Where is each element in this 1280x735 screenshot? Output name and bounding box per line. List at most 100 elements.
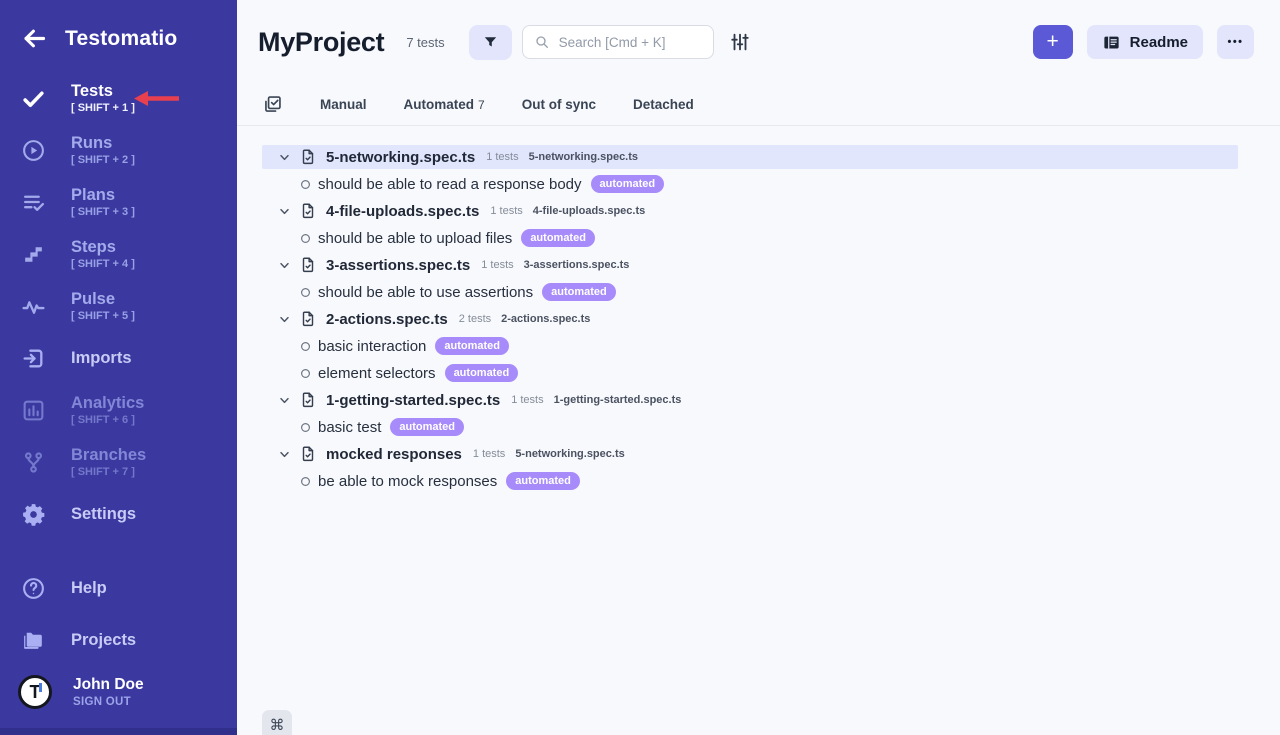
chevron-down-icon[interactable] [278, 151, 291, 164]
sidebar-item-imports[interactable]: Imports [0, 332, 237, 384]
test-list: 5-networking.spec.ts 1 tests 5-networking.… [237, 126, 1280, 493]
group-test-count: 1 tests [473, 448, 505, 460]
sidebar-item-pulse[interactable]: Pulse[ SHIFT + 5 ] [0, 280, 237, 332]
bar-chart-icon [21, 398, 46, 423]
search-box[interactable] [522, 25, 714, 59]
readme-label: Readme [1130, 34, 1188, 51]
test-group-row[interactable]: mocked responses 1 tests 5-networking.spec… [262, 442, 1238, 466]
sidebar-item-projects[interactable]: Projects [0, 614, 237, 666]
sidebar-item-label: Help [71, 579, 107, 597]
test-row[interactable]: element selectorsautomated [262, 361, 1238, 385]
file-check-icon [299, 391, 317, 409]
group-name: 1-getting-started.spec.ts [326, 392, 500, 409]
test-group-row[interactable]: 3-assertions.spec.ts1 tests3-assertions.… [262, 253, 1238, 277]
sidebar-item-tests[interactable]: Tests[ SHIFT + 1 ] [0, 72, 237, 124]
sidebar-item-shortcut: [ SHIFT + 4 ] [71, 258, 135, 270]
sliders-icon[interactable] [729, 31, 751, 53]
test-name: should be able to use assertions [318, 284, 533, 301]
test-group-row[interactable]: 4-file-uploads.spec.ts1 tests4-file-uplo… [262, 199, 1238, 223]
group-test-count: 1 tests [486, 151, 518, 163]
gear-icon [21, 502, 46, 527]
sidebar-item-shortcut: [ SHIFT + 5 ] [71, 310, 135, 322]
sidebar-footer-nav: Help Projects [0, 562, 237, 666]
circle-icon [300, 287, 311, 298]
sidebar-item-shortcut: [ SHIFT + 6 ] [71, 414, 144, 426]
group-file-path: 1-getting-started.spec.ts [554, 394, 682, 406]
chevron-down-icon[interactable] [278, 394, 291, 407]
readme-button[interactable]: Readme [1087, 25, 1203, 59]
circle-icon [300, 368, 311, 379]
automated-badge: automated [506, 472, 580, 490]
sidebar-item-branches[interactable]: Branches [ SHIFT + 7 ] [0, 436, 237, 488]
sidebar-item-label: Branches [71, 446, 146, 464]
more-button[interactable]: ••• [1217, 25, 1254, 59]
tab-manual[interactable]: Manual [320, 97, 367, 112]
chevron-down-icon[interactable] [278, 313, 291, 326]
test-row[interactable]: be able to mock responsesautomated [262, 469, 1238, 493]
tab-automated[interactable]: Automated7 [404, 97, 485, 112]
sidebar-item-shortcut: [ SHIFT + 2 ] [71, 154, 135, 166]
user-name: John Doe [73, 676, 144, 694]
chevron-down-icon[interactable] [278, 205, 291, 218]
test-name: basic test [318, 419, 381, 436]
test-row[interactable]: basic testautomated [262, 415, 1238, 439]
group-file-path: 5-networking.spec.ts [529, 151, 638, 163]
arrow-left-icon[interactable] [21, 25, 48, 52]
sidebar-brand-row: Testomatio [0, 0, 237, 52]
page-title: MyProject [258, 27, 384, 58]
sidebar-item-help[interactable]: Help [0, 562, 237, 614]
sidebar-item-shortcut: [ SHIFT + 7 ] [71, 466, 146, 478]
sidebar-item-runs[interactable]: Runs[ SHIFT + 2 ] [0, 124, 237, 176]
test-group-row[interactable]: 5-networking.spec.ts1 tests5-networking.… [262, 145, 1238, 169]
group-file-path: 3-assertions.spec.ts [524, 259, 630, 271]
sidebar-item-label: Plans [71, 186, 135, 204]
test-name: basic interaction [318, 338, 426, 355]
group-name: 3-assertions.spec.ts [326, 257, 470, 274]
brand-title: Testomatio [65, 27, 177, 51]
select-all-icon[interactable] [262, 94, 283, 115]
check-icon [21, 86, 46, 111]
sidebar-item-settings[interactable]: Settings [0, 488, 237, 540]
branch-icon [21, 450, 46, 475]
cmd-key-button[interactable]: ⌘ [262, 710, 292, 735]
play-circle-icon [21, 138, 46, 163]
sidebar-item-shortcut: [ SHIFT + 3 ] [71, 206, 135, 218]
add-button[interactable]: + [1033, 25, 1073, 59]
sidebar-item-label: Steps [71, 238, 135, 256]
avatar-letter: T [30, 682, 41, 703]
filter-button[interactable] [469, 25, 512, 60]
sidebar-item-label: Tests [71, 82, 135, 100]
test-name: should be able to read a response body [318, 176, 582, 193]
list-check-icon [21, 190, 46, 215]
sidebar-item-analytics[interactable]: Analytics[ SHIFT + 6 ] [0, 384, 237, 436]
tab-label: Manual [320, 97, 367, 112]
tab-label: Detached [633, 97, 694, 112]
automated-badge: automated [591, 175, 665, 193]
sign-out-link[interactable]: SIGN OUT [73, 696, 144, 708]
sidebar-item-steps[interactable]: Steps [ SHIFT + 4 ] [0, 228, 237, 280]
sidebar-item-plans[interactable]: Plans [ SHIFT + 3 ] [0, 176, 237, 228]
search-input[interactable] [559, 35, 702, 50]
circle-icon [300, 179, 311, 190]
test-row[interactable]: should be able to use assertionsautomate… [262, 280, 1238, 304]
tab-count: 7 [478, 98, 485, 112]
test-group-row[interactable]: 2-actions.spec.ts2 tests2-actions.spec.t… [262, 307, 1238, 331]
tab-detached[interactable]: Detached [633, 97, 694, 112]
avatar[interactable]: T [18, 675, 52, 709]
test-group-row[interactable]: 1-getting-started.spec.ts 1 tests 1-gettin… [262, 388, 1238, 412]
sidebar-nav: Tests[ SHIFT + 1 ]Runs[ SHIFT + 2 ]Plans… [0, 72, 237, 540]
test-row[interactable]: basic interactionautomated [262, 334, 1238, 358]
sidebar: Testomatio Tests[ SHIFT + 1 ]Runs[ SHIFT… [0, 0, 237, 735]
annotation-arrow-icon [131, 90, 181, 107]
tab-out-of-sync[interactable]: Out of sync [522, 97, 596, 112]
group-test-count: 1 tests [511, 394, 543, 406]
test-row[interactable]: should be able to read a response body au… [262, 172, 1238, 196]
group-name: 2-actions.spec.ts [326, 311, 448, 328]
group-file-path: 5-networking.spec.ts [515, 448, 624, 460]
chevron-down-icon[interactable] [278, 448, 291, 461]
test-row[interactable]: should be able to upload filesautomated [262, 226, 1238, 250]
chevron-down-icon[interactable] [278, 259, 291, 272]
circle-icon [300, 476, 311, 487]
test-name: element selectors [318, 365, 436, 382]
group-name: mocked responses [326, 446, 462, 463]
